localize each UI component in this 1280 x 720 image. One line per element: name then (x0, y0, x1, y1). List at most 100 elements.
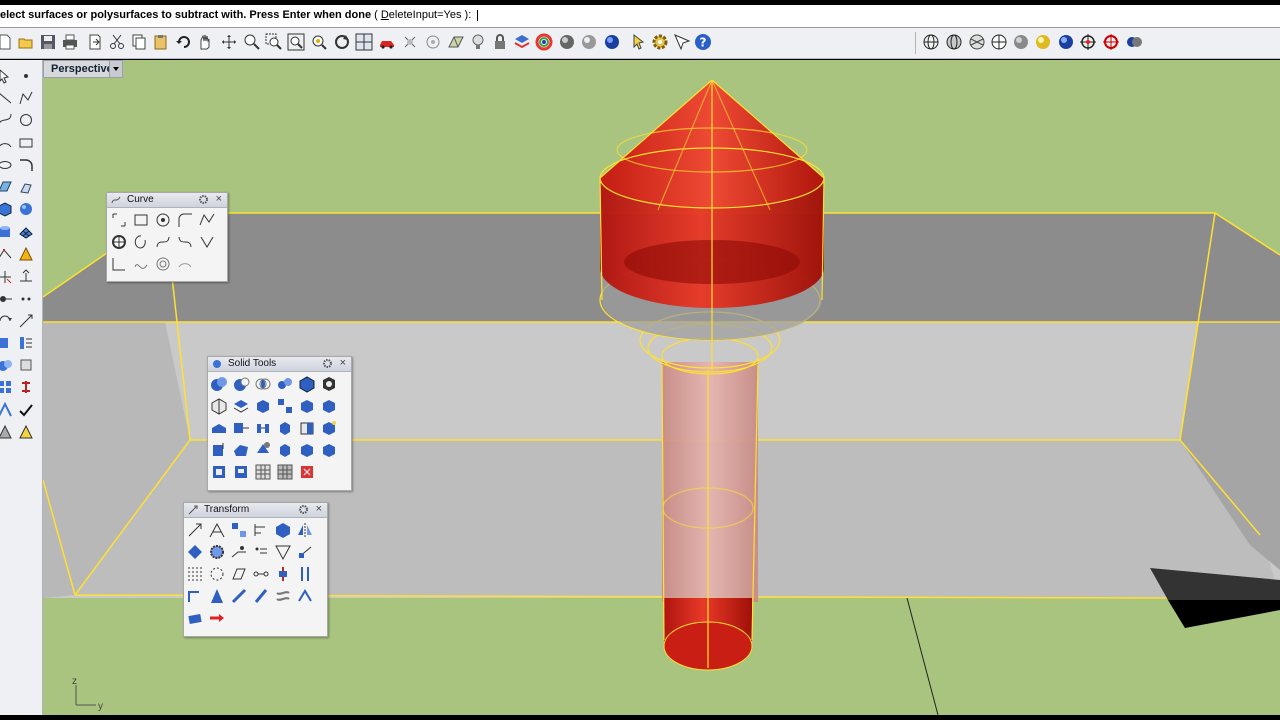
artistic-sphere-icon[interactable] (1125, 33, 1143, 51)
solid-tools-panel[interactable]: Solid Tools × (207, 356, 352, 491)
help-icon[interactable]: ? (694, 33, 712, 51)
analyze-icon[interactable] (0, 402, 13, 418)
technical-sphere-icon[interactable] (990, 33, 1008, 51)
close-icon[interactable]: × (340, 357, 346, 370)
edit-points-icon[interactable] (0, 246, 13, 262)
gumball-icon[interactable] (401, 33, 419, 51)
shaft[interactable] (662, 362, 758, 602)
transform-panel[interactable]: Transform × (183, 502, 328, 637)
orient-on-surface-icon[interactable] (296, 587, 314, 605)
line-icon[interactable] (0, 90, 13, 106)
light-icon[interactable] (469, 33, 487, 51)
fillet-curve-icon[interactable] (18, 157, 34, 173)
join-icon[interactable] (18, 357, 34, 373)
boolean-intersection-icon[interactable] (254, 375, 272, 393)
stretch-transform-icon[interactable] (274, 565, 292, 583)
box-solid-icon[interactable] (276, 419, 294, 437)
rotate-icon[interactable] (333, 33, 351, 51)
copy-icon[interactable] (130, 33, 148, 51)
solid-tools-panel-titlebar[interactable]: Solid Tools × (208, 357, 351, 372)
scale-icon[interactable] (18, 313, 34, 329)
new-icon[interactable] (0, 33, 14, 51)
command-line[interactable]: elect surfaces or polysurfaces to subtra… (0, 5, 1280, 28)
explode-icon[interactable] (18, 246, 34, 262)
render-sphere-icon[interactable] (558, 33, 576, 51)
box-solid-icon[interactable] (320, 397, 338, 415)
delete-input-option[interactable]: DeleteInput=Yes (381, 9, 462, 21)
polyline-icon[interactable] (18, 90, 34, 106)
gear-icon[interactable] (198, 194, 209, 205)
project-icon[interactable] (186, 609, 204, 627)
layer-icon[interactable] (513, 33, 531, 51)
mesh-icon[interactable] (18, 224, 34, 240)
grid-array-icon[interactable] (186, 565, 204, 583)
perspective-viewport[interactable]: z y Curve × Solid Tools × Transform × (43, 60, 1280, 715)
four-viewports-icon[interactable] (355, 33, 373, 51)
select-arrow-icon[interactable] (0, 68, 13, 84)
target-icon[interactable] (1102, 33, 1120, 51)
box-icon[interactable] (0, 201, 13, 217)
v-curve-icon[interactable] (198, 233, 216, 251)
zoom-extents-icon[interactable] (287, 33, 305, 51)
undo-icon[interactable] (175, 33, 193, 51)
curve-panel-titlebar[interactable]: Curve × (107, 193, 227, 208)
close-icon[interactable]: × (316, 503, 322, 516)
fillet-edge-icon[interactable] (210, 419, 228, 437)
helix-icon[interactable] (132, 233, 150, 251)
corner-icon[interactable] (110, 255, 128, 273)
zoom-window-icon[interactable] (265, 33, 283, 51)
array-curve-icon[interactable] (252, 565, 270, 583)
texture-icon[interactable] (18, 424, 34, 440)
move-edge-icon[interactable] (210, 441, 228, 459)
chevron-down-icon[interactable] (109, 61, 122, 77)
grid-solid-icon[interactable] (276, 463, 294, 481)
copy-object-icon[interactable] (18, 291, 34, 307)
delete-solid-icon[interactable] (298, 463, 316, 481)
circle-icon[interactable] (18, 112, 34, 128)
set-points-icon[interactable] (208, 587, 226, 605)
handle-curve-icon[interactable] (132, 255, 150, 273)
cut-icon[interactable] (108, 33, 126, 51)
polar-array-icon[interactable] (208, 565, 226, 583)
taper-icon[interactable] (274, 543, 292, 561)
blue-rendered-sphere-icon[interactable] (1057, 33, 1075, 51)
flow-along-curve-icon[interactable] (186, 587, 204, 605)
curve-panel[interactable]: Curve × (106, 192, 228, 282)
rotate-3d-icon[interactable] (186, 543, 204, 561)
polyline-icon[interactable] (198, 211, 216, 229)
cage-edit-icon[interactable] (252, 587, 270, 605)
mirror-icon[interactable] (0, 335, 13, 351)
rectangle-icon[interactable] (132, 211, 150, 229)
chamfer-icon[interactable] (232, 441, 250, 459)
transform-panel-titlebar[interactable]: Transform × (184, 503, 327, 518)
viewport-title-tab[interactable]: Perspective (43, 60, 123, 78)
layers-solid-icon[interactable] (232, 397, 250, 415)
move-icon[interactable] (0, 291, 13, 307)
move-transform-icon[interactable] (186, 521, 204, 539)
select-icon[interactable] (673, 33, 691, 51)
open-icon[interactable] (17, 33, 35, 51)
boolean-icon[interactable] (0, 357, 13, 373)
blue-sphere-icon[interactable] (603, 33, 621, 51)
grid-solid-icon[interactable] (254, 463, 272, 481)
array-icon[interactable] (18, 335, 34, 351)
spline-icon[interactable] (176, 233, 194, 251)
cplane-icon[interactable] (447, 33, 465, 51)
gold-sphere-icon[interactable] (1034, 33, 1052, 51)
import-icon[interactable] (86, 33, 104, 51)
polygon-icon[interactable] (110, 233, 128, 251)
target-icon[interactable] (1079, 33, 1097, 51)
box-solid-icon[interactable] (298, 375, 316, 393)
cursor-icon[interactable] (630, 33, 648, 51)
array-transform-icon[interactable] (230, 521, 248, 539)
box-solid-icon[interactable] (298, 397, 316, 415)
rotate-view-icon[interactable] (220, 33, 238, 51)
extrude-face-icon[interactable] (210, 397, 228, 415)
splop-icon[interactable] (274, 587, 292, 605)
box-solid-icon[interactable] (276, 441, 294, 459)
arc-3pt-icon[interactable] (176, 255, 194, 273)
rotate-object-icon[interactable] (0, 313, 13, 329)
orient-icon[interactable] (208, 521, 226, 539)
box-solid-icon[interactable] (320, 441, 338, 459)
scale-3d-icon[interactable] (274, 521, 292, 539)
